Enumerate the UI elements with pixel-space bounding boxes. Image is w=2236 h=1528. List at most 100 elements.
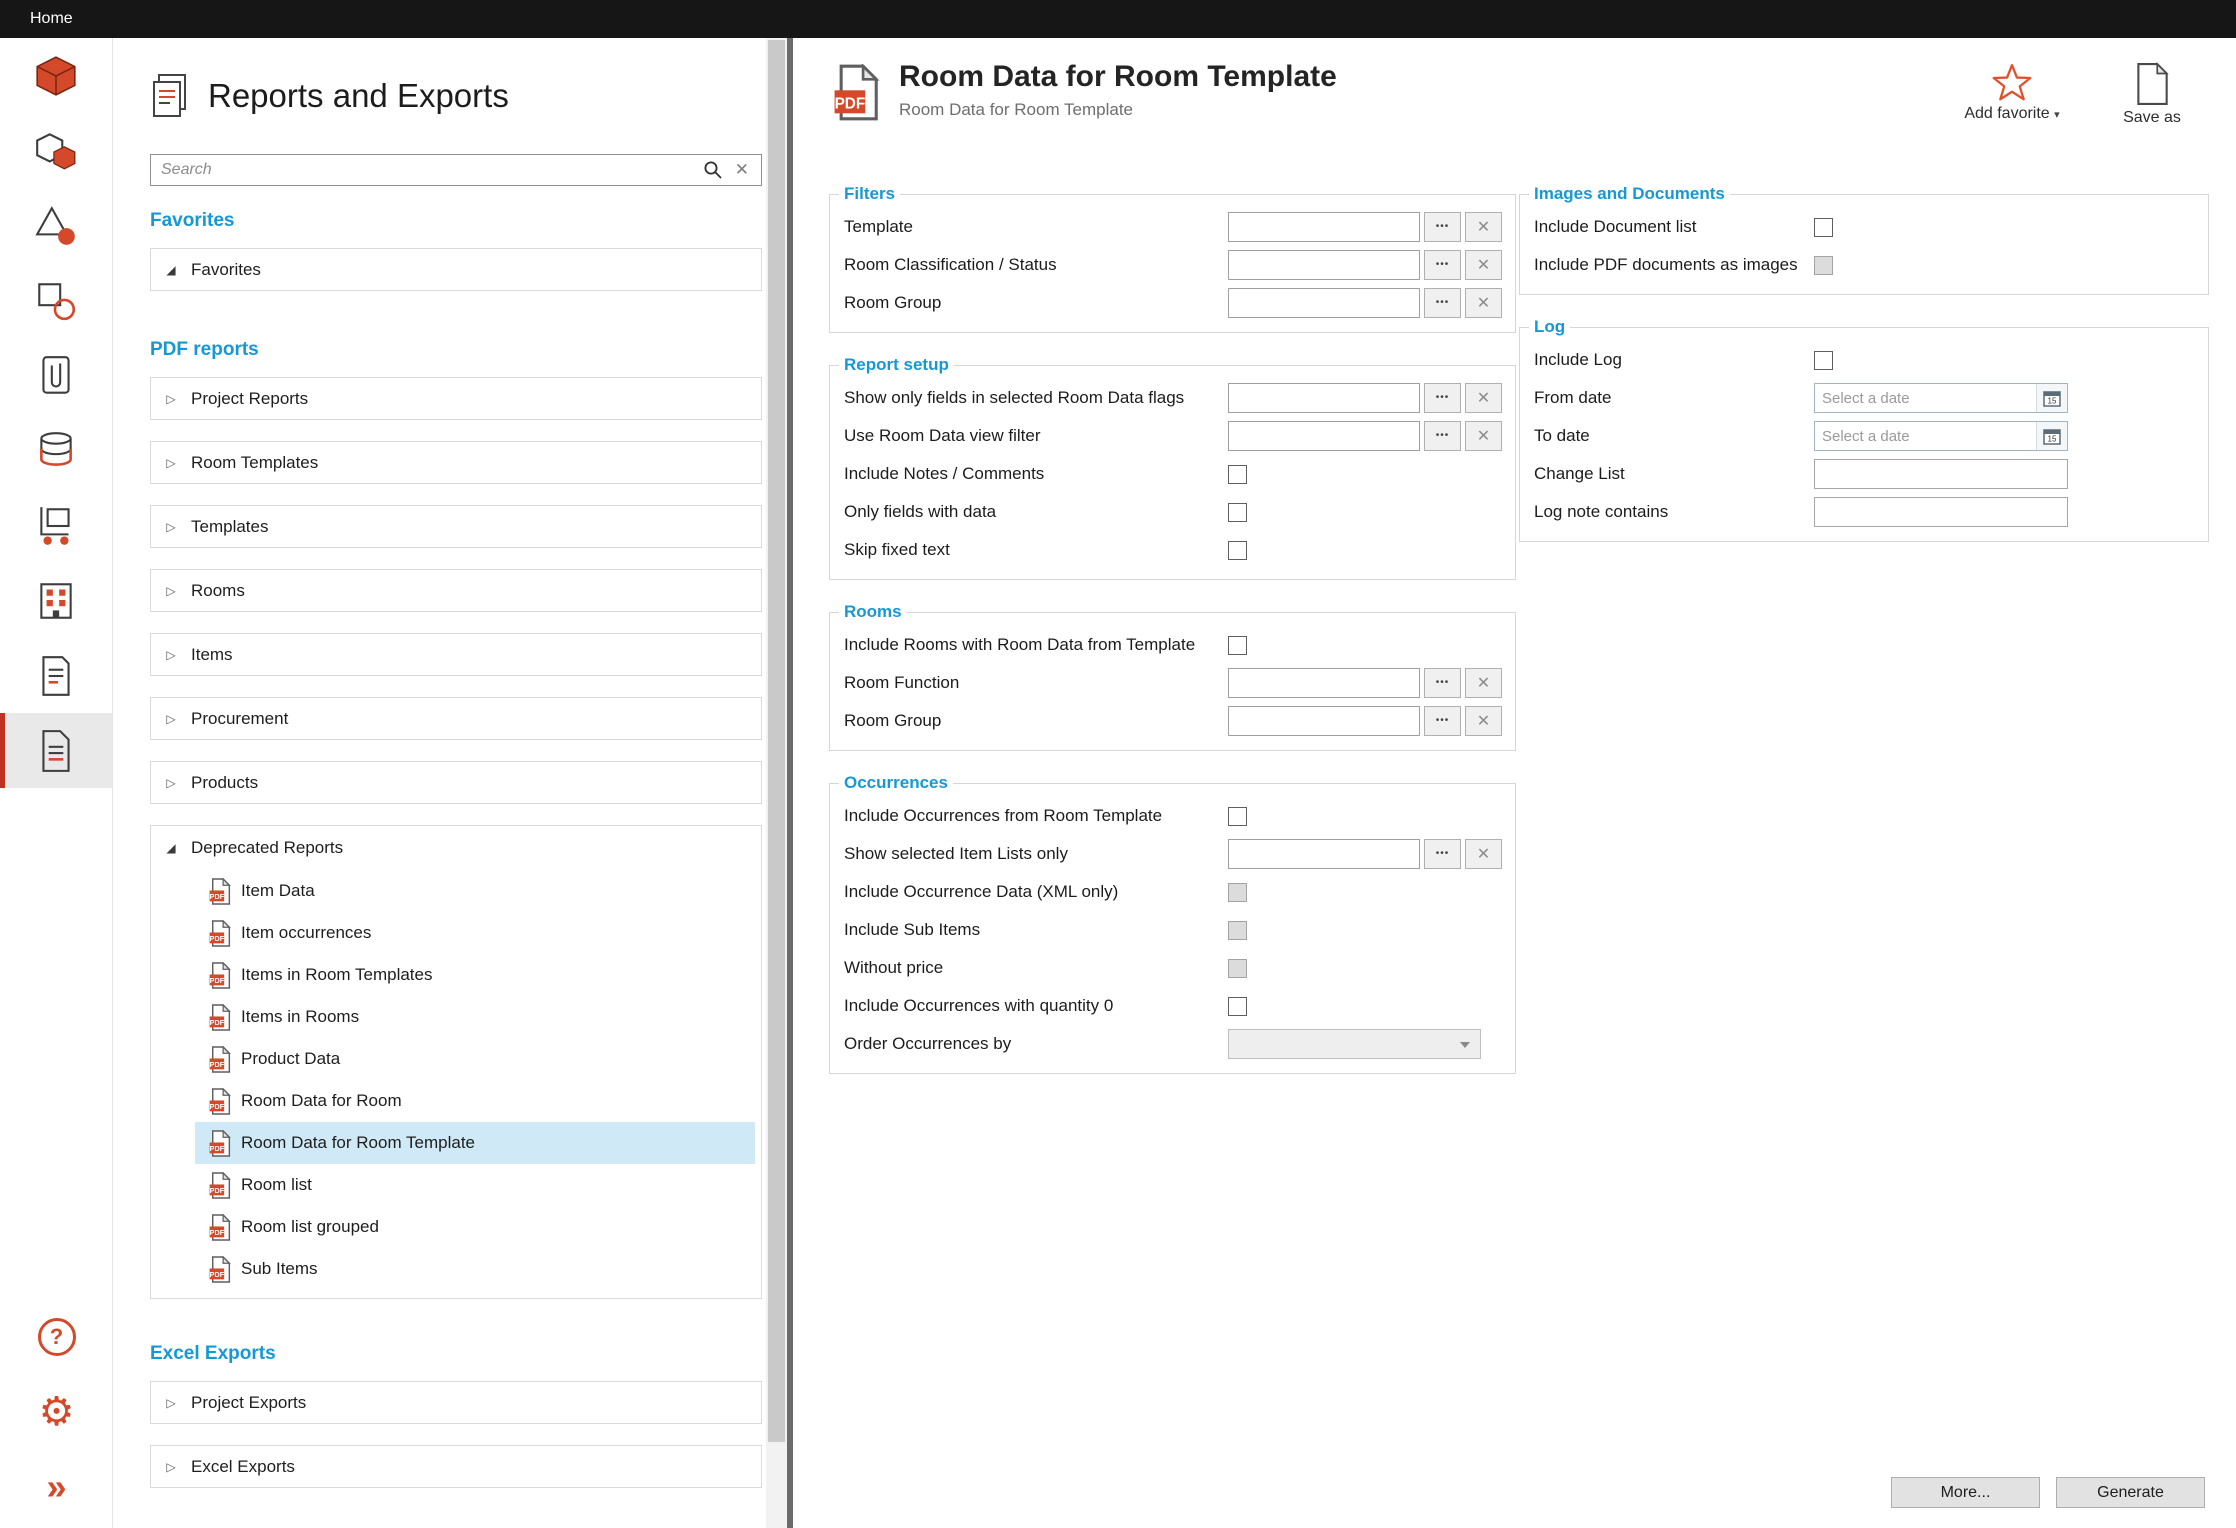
expand-icon[interactable]: ▷	[164, 1396, 178, 1410]
report-item[interactable]: Sub Items	[195, 1248, 755, 1290]
expand-icon[interactable]: ▷	[164, 1460, 178, 1474]
from-date-input[interactable]	[1815, 390, 2036, 407]
include-log-checkbox[interactable]	[1814, 351, 1833, 370]
report-item[interactable]: Room list grouped	[195, 1206, 755, 1248]
to-date-picker[interactable]: 15	[1814, 421, 2068, 451]
room-classification-clear-button[interactable]: ✕	[1465, 250, 1502, 280]
clear-search-icon[interactable]: ✕	[731, 160, 761, 180]
expand-icon[interactable]: ▷	[164, 392, 178, 406]
collapse-icon[interactable]: ◢	[164, 841, 178, 855]
tree-group-project-exports[interactable]: ▷Project Exports	[150, 1381, 762, 1424]
tree-group-templates[interactable]: ▷Templates	[150, 505, 762, 548]
deprecated-reports-head[interactable]: ◢ Deprecated Reports	[151, 826, 761, 870]
report-item[interactable]: Items in Room Templates	[195, 954, 755, 996]
more-button[interactable]: More...	[1891, 1477, 2040, 1508]
report-item[interactable]: Item Data	[195, 870, 755, 912]
include-document-list-checkbox[interactable]	[1814, 218, 1833, 237]
sidebar-item-documents[interactable]	[0, 638, 112, 713]
sidebar-item-attachments[interactable]	[0, 338, 112, 413]
tree-group-products[interactable]: ▷Products	[150, 761, 762, 804]
expand-icon[interactable]: ▷	[164, 712, 178, 726]
view-filter-input[interactable]	[1228, 421, 1420, 451]
expand-icon[interactable]: ▷	[164, 456, 178, 470]
expand-icon[interactable]: ▷	[164, 584, 178, 598]
collapse-icon[interactable]: ◢	[164, 263, 178, 277]
rooms-room-group-browse-button[interactable]: •••	[1424, 706, 1461, 736]
view-filter-clear-button[interactable]: ✕	[1465, 421, 1502, 451]
expand-icon[interactable]: ▷	[164, 648, 178, 662]
sidebar-item-database[interactable]	[0, 413, 112, 488]
report-item[interactable]: Product Data	[195, 1038, 755, 1080]
sidebar-item-projects[interactable]	[0, 38, 112, 113]
add-favorite-button[interactable]: Add favorite ▾	[1964, 62, 2060, 127]
room-data-flags-clear-button[interactable]: ✕	[1465, 383, 1502, 413]
calendar-icon[interactable]: 15	[2036, 384, 2067, 412]
sidebar-item-facility[interactable]	[0, 563, 112, 638]
report-item-selected[interactable]: Room Data for Room Template	[195, 1122, 755, 1164]
room-function-input[interactable]	[1228, 668, 1420, 698]
room-group-input[interactable]	[1228, 288, 1420, 318]
room-function-browse-button[interactable]: •••	[1424, 668, 1461, 698]
room-group-browse-button[interactable]: •••	[1424, 288, 1461, 318]
room-classification-browse-button[interactable]: •••	[1424, 250, 1461, 280]
home-tab[interactable]: Home	[0, 0, 95, 38]
settings-button[interactable]: ⚙	[0, 1374, 113, 1449]
include-notes-checkbox[interactable]	[1228, 465, 1247, 484]
scrollbar-thumb[interactable]	[768, 40, 785, 1442]
only-fields-with-data-checkbox[interactable]	[1228, 503, 1247, 522]
report-item[interactable]: Item occurrences	[195, 912, 755, 954]
item-lists-input[interactable]	[1228, 839, 1420, 869]
calendar-icon[interactable]: 15	[2036, 422, 2067, 450]
tree-group-favorites[interactable]: ◢ Favorites	[150, 248, 762, 291]
view-filter-browse-button[interactable]: •••	[1424, 421, 1461, 451]
log-note-input[interactable]	[1814, 497, 2068, 527]
rooms-room-group-clear-button[interactable]: ✕	[1465, 706, 1502, 736]
include-rooms-checkbox[interactable]	[1228, 636, 1247, 655]
from-date-picker[interactable]: 15	[1814, 383, 2068, 413]
item-lists-clear-button[interactable]: ✕	[1465, 839, 1502, 869]
close-icon: ✕	[1477, 846, 1490, 862]
include-occurrences-checkbox[interactable]	[1228, 807, 1247, 826]
sidebar-item-shapes[interactable]	[0, 188, 112, 263]
room-classification-input[interactable]	[1228, 250, 1420, 280]
section-legend: Filters	[839, 184, 900, 204]
skip-fixed-text-checkbox[interactable]	[1228, 541, 1247, 560]
sidebar-item-items[interactable]	[0, 263, 112, 338]
tree-group-excel-exports[interactable]: ▷Excel Exports	[150, 1445, 762, 1488]
help-button[interactable]: ?	[0, 1299, 113, 1374]
report-item[interactable]: Items in Rooms	[195, 996, 755, 1038]
sidebar-item-logistics[interactable]	[0, 488, 112, 563]
expand-sidebar-button[interactable]: »	[0, 1449, 113, 1524]
room-function-clear-button[interactable]: ✕	[1465, 668, 1502, 698]
include-quantity-zero-checkbox[interactable]	[1228, 997, 1247, 1016]
pdf-file-icon	[209, 920, 231, 947]
template-input[interactable]	[1228, 212, 1420, 242]
include-sub-items-checkbox	[1228, 921, 1247, 940]
sidebar-item-reports[interactable]	[0, 713, 112, 788]
change-list-input[interactable]	[1814, 459, 2068, 489]
tree-group-items[interactable]: ▷Items	[150, 633, 762, 676]
panel-scrollbar[interactable]	[766, 38, 787, 1528]
room-group-clear-button[interactable]: ✕	[1465, 288, 1502, 318]
report-item[interactable]: Room list	[195, 1164, 755, 1206]
item-lists-browse-button[interactable]: •••	[1424, 839, 1461, 869]
tree-group-project-reports[interactable]: ▷Project Reports	[150, 377, 762, 420]
room-data-flags-browse-button[interactable]: •••	[1424, 383, 1461, 413]
tree-group-rooms[interactable]: ▷Rooms	[150, 569, 762, 612]
generate-button[interactable]: Generate	[2056, 1477, 2205, 1508]
room-data-flags-input[interactable]	[1228, 383, 1420, 413]
save-as-button[interactable]: Save as	[2104, 62, 2200, 127]
report-subtitle: Room Data for Room Template	[899, 100, 1337, 120]
search-icon[interactable]	[695, 160, 731, 180]
sidebar-item-portfolio[interactable]	[0, 113, 112, 188]
expand-icon[interactable]: ▷	[164, 520, 178, 534]
tree-group-room-templates[interactable]: ▷Room Templates	[150, 441, 762, 484]
rooms-room-group-input[interactable]	[1228, 706, 1420, 736]
report-item[interactable]: Room Data for Room	[195, 1080, 755, 1122]
search-input[interactable]	[151, 161, 695, 179]
to-date-input[interactable]	[1815, 428, 2036, 445]
template-browse-button[interactable]: •••	[1424, 212, 1461, 242]
expand-icon[interactable]: ▷	[164, 776, 178, 790]
template-clear-button[interactable]: ✕	[1465, 212, 1502, 242]
tree-group-procurement[interactable]: ▷Procurement	[150, 697, 762, 740]
